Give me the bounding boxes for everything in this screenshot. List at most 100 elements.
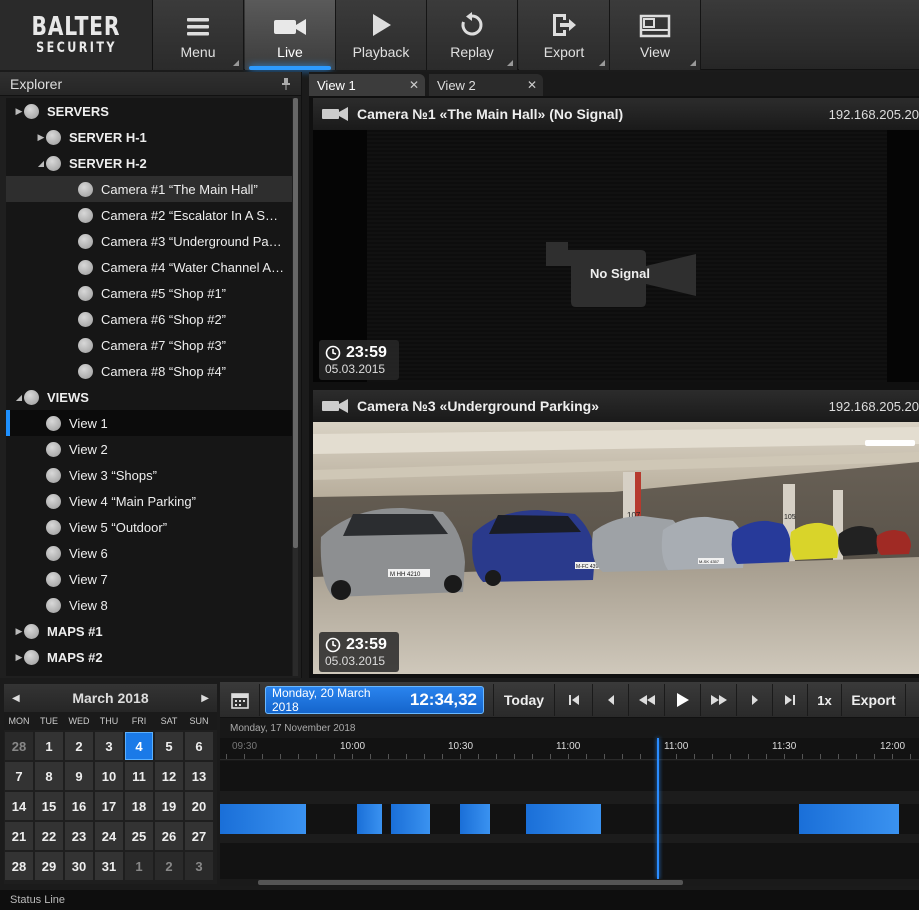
menu-button[interactable]: Menu	[153, 0, 244, 70]
recording-segment[interactable]	[526, 804, 601, 834]
explorer-item[interactable]: Camera #4 “Water Channel At The Entrance…	[6, 254, 292, 280]
recording-segment[interactable]	[799, 804, 899, 834]
timeline-scrollbar[interactable]	[220, 879, 919, 886]
explorer-item[interactable]: Camera #7 “Shop #3”	[6, 332, 292, 358]
next-month-button[interactable]: ▶	[201, 693, 209, 704]
calendar-day[interactable]: 14	[5, 792, 33, 820]
calendar-day[interactable]: 2	[65, 732, 93, 760]
play-button[interactable]	[665, 684, 701, 716]
explorer-item[interactable]: Camera #8 “Shop #4”	[6, 358, 292, 384]
recording-segment[interactable]	[220, 804, 306, 834]
playback-button[interactable]: Playback	[336, 0, 427, 70]
calendar-day[interactable]: 11	[125, 762, 153, 790]
expand-arrow-icon[interactable]: ▶	[14, 652, 24, 663]
explorer-scrollbar[interactable]	[293, 98, 298, 676]
calendar-day[interactable]: 30	[65, 852, 93, 880]
explorer-item[interactable]: Camera #6 “Shop #2”	[6, 306, 292, 332]
pin-icon[interactable]	[281, 77, 291, 90]
explorer-item[interactable]: ▶ MAPS #2	[6, 644, 292, 670]
calendar-day[interactable]: 7	[5, 762, 33, 790]
explorer-item[interactable]: View 8	[6, 592, 292, 618]
calendar-day[interactable]: 6	[185, 732, 213, 760]
calendar-day[interactable]: 1	[35, 732, 63, 760]
export-button[interactable]: Export	[519, 0, 610, 70]
speed-button[interactable]: 1x	[808, 684, 842, 716]
calendar-day[interactable]: 26	[155, 822, 183, 850]
calendar-day[interactable]: 1	[125, 852, 153, 880]
calendar-day[interactable]: 31	[95, 852, 123, 880]
calendar-day[interactable]: 15	[35, 792, 63, 820]
rewind-button[interactable]	[629, 684, 665, 716]
live-button[interactable]: Live	[245, 0, 336, 70]
current-datetime-display[interactable]: Monday, 20 March 2018 12:34,32	[265, 686, 484, 714]
calendar-day[interactable]: 19	[155, 792, 183, 820]
expand-arrow-icon[interactable]: ▶	[36, 132, 46, 143]
explorer-item[interactable]: View 7	[6, 566, 292, 592]
fast-forward-button[interactable]	[701, 684, 737, 716]
expand-arrow-icon[interactable]: ▶	[14, 106, 24, 117]
explorer-item[interactable]: ▶ MAPS #1	[6, 618, 292, 644]
calendar-day[interactable]: 25	[125, 822, 153, 850]
tab-view-1[interactable]: View 1 ✕	[309, 74, 425, 96]
explorer-scrollbar-thumb[interactable]	[293, 98, 298, 548]
collapse-arrow-icon[interactable]: ◢	[36, 159, 46, 168]
step-back-button[interactable]	[593, 684, 629, 716]
calendar-day[interactable]: 22	[35, 822, 63, 850]
timeline-export-button[interactable]: Export	[842, 684, 906, 716]
calendar-day[interactable]: 12	[155, 762, 183, 790]
close-icon[interactable]: ✕	[527, 78, 537, 92]
explorer-item[interactable]: View 1	[6, 410, 292, 436]
calendar-day[interactable]: 16	[65, 792, 93, 820]
calendar-day[interactable]: 24	[95, 822, 123, 850]
skip-end-button[interactable]	[773, 684, 808, 716]
camera-tile-1[interactable]: Camera №1 «The Main Hall» (No Signal) 19…	[313, 98, 919, 382]
calendar-day[interactable]: 20	[185, 792, 213, 820]
collapse-arrow-icon[interactable]: ◢	[14, 393, 24, 402]
calendar-day[interactable]: 27	[185, 822, 213, 850]
timeline-scrollbar-thumb[interactable]	[258, 880, 683, 885]
explorer-item[interactable]: Camera #5 “Shop #1”	[6, 280, 292, 306]
skip-start-button[interactable]	[555, 684, 593, 716]
explorer-item[interactable]: View 6	[6, 540, 292, 566]
calendar-day[interactable]: 2	[155, 852, 183, 880]
recording-segment[interactable]	[460, 804, 490, 834]
replay-button[interactable]: Replay	[427, 0, 518, 70]
explorer-item[interactable]: ▶ SERVERS	[6, 98, 292, 124]
calendar-day[interactable]: 29	[35, 852, 63, 880]
explorer-item[interactable]: View 5 “Outdoor”	[6, 514, 292, 540]
calendar-day[interactable]: 21	[5, 822, 33, 850]
calendar-toggle-button[interactable]	[220, 684, 260, 716]
timeline-playhead[interactable]	[657, 738, 659, 879]
close-icon[interactable]: ✕	[409, 78, 419, 92]
calendar-day[interactable]: 5	[155, 732, 183, 760]
explorer-item[interactable]: View 4 “Main Parking”	[6, 488, 292, 514]
calendar-day[interactable]: 4	[125, 732, 153, 760]
calendar-day[interactable]: 17	[95, 792, 123, 820]
expand-arrow-icon[interactable]: ▶	[14, 626, 24, 637]
timeline-tracks[interactable]	[220, 761, 919, 879]
explorer-item[interactable]: ◢ SERVER H-2	[6, 150, 292, 176]
explorer-item[interactable]: View 2	[6, 436, 292, 462]
explorer-item[interactable]: View 3 “Shops”	[6, 462, 292, 488]
explorer-item[interactable]: Camera #3 “Underground Parking”	[6, 228, 292, 254]
view-button[interactable]: View	[610, 0, 701, 70]
explorer-item[interactable]: Camera #2 “Escalator In A Shopping Mall”	[6, 202, 292, 228]
camera-tile-3[interactable]: Camera №3 «Underground Parking» 192.168.…	[313, 390, 919, 674]
calendar-day[interactable]: 23	[65, 822, 93, 850]
calendar-day[interactable]: 3	[185, 852, 213, 880]
prev-month-button[interactable]: ◀	[12, 693, 20, 704]
tab-view-2[interactable]: View 2 ✕	[429, 74, 543, 96]
explorer-item[interactable]: ▶ SERVER H-1	[6, 124, 292, 150]
step-forward-button[interactable]	[737, 684, 773, 716]
calendar-day[interactable]: 3	[95, 732, 123, 760]
today-button[interactable]: Today	[493, 684, 555, 716]
calendar-day[interactable]: 28	[5, 732, 33, 760]
recording-segment[interactable]	[357, 804, 382, 834]
recording-segment[interactable]	[391, 804, 430, 834]
calendar-day[interactable]: 13	[185, 762, 213, 790]
calendar-day[interactable]: 9	[65, 762, 93, 790]
calendar-day[interactable]: 18	[125, 792, 153, 820]
explorer-item[interactable]: Camera #1 “The Main Hall”	[6, 176, 292, 202]
calendar-day[interactable]: 28	[5, 852, 33, 880]
explorer-item[interactable]: ◢ VIEWS	[6, 384, 292, 410]
